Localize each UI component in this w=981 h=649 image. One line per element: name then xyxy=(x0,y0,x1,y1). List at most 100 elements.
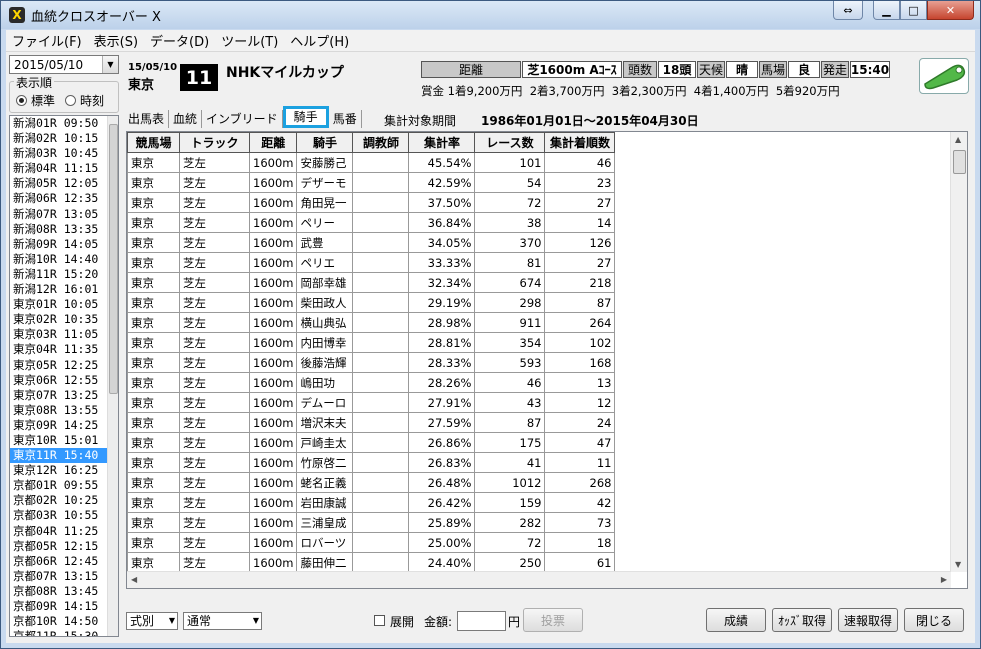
table-row[interactable]: 東京 芝左 1600m 柴田政人 29.19% 298 87 xyxy=(127,292,616,313)
race-list-item[interactable]: 東京03R 11:05 xyxy=(10,327,118,342)
race-list-item[interactable]: 京都02R 10:25 xyxy=(10,493,118,508)
race-list-item[interactable]: 東京11R 15:40 xyxy=(10,448,118,464)
col-header-track[interactable]: トラック xyxy=(179,132,250,153)
table-row[interactable]: 東京 芝左 1600m 内田博幸 28.81% 354 102 xyxy=(127,332,616,353)
vote-button[interactable]: 投票 xyxy=(523,608,583,632)
tab-entries[interactable]: 出馬表 xyxy=(124,110,170,128)
table-row[interactable]: 東京 芝左 1600m 蛯名正義 26.48% 1012 268 xyxy=(127,472,616,493)
table-row[interactable]: 東京 芝左 1600m 後藤浩輝 28.33% 593 168 xyxy=(127,352,616,373)
race-list-item[interactable]: 新潟04R 11:15 xyxy=(10,161,118,176)
close-button[interactable]: 閉じる xyxy=(904,608,964,632)
race-list-item[interactable]: 新潟06R 12:35 xyxy=(10,191,118,206)
get-flash-button[interactable]: 速報取得 xyxy=(838,608,898,632)
scroll-up-icon[interactable]: ▲ xyxy=(955,135,961,144)
table-row[interactable]: 東京 芝左 1600m デザーモ 42.59% 54 23 xyxy=(127,172,616,193)
col-header-rate[interactable]: 集計率 xyxy=(408,132,476,153)
race-list-item[interactable]: 新潟07R 13:05 xyxy=(10,207,118,222)
menu-tools[interactable]: ツール(T) xyxy=(215,31,284,50)
date-select[interactable]: 2015/05/10 ▼ xyxy=(9,55,119,74)
table-row[interactable]: 東京 芝左 1600m デムーロ 27.91% 43 12 xyxy=(127,392,616,413)
table-row[interactable]: 東京 芝左 1600m 藤田伸二 24.40% 250 61 xyxy=(127,552,616,573)
race-list-item[interactable]: 新潟01R 09:50 xyxy=(10,116,118,131)
col-header-distance[interactable]: 距離 xyxy=(248,132,298,153)
close-window-button[interactable]: ✕ xyxy=(927,1,974,20)
chevron-down-icon[interactable]: ▼ xyxy=(169,613,175,629)
race-list-item[interactable]: 新潟03R 10:45 xyxy=(10,146,118,161)
race-list-item[interactable]: 東京04R 11:35 xyxy=(10,342,118,357)
chevron-down-icon[interactable]: ▼ xyxy=(102,56,118,73)
race-list-item[interactable]: 東京01R 10:05 xyxy=(10,297,118,312)
tab-inbreed[interactable]: インブリード xyxy=(202,110,283,128)
bet-mode-select[interactable]: 通常 ▼ xyxy=(183,612,262,630)
race-list-item[interactable]: 新潟11R 15:20 xyxy=(10,267,118,282)
table-row[interactable]: 東京 芝左 1600m 戸崎圭太 26.86% 175 47 xyxy=(127,432,616,453)
table-row[interactable]: 東京 芝左 1600m 横山典弘 28.98% 911 264 xyxy=(127,312,616,333)
maximize-button[interactable]: □ xyxy=(900,1,927,20)
col-header-venue[interactable]: 競馬場 xyxy=(127,132,180,153)
menu-help[interactable]: ヘルプ(H) xyxy=(284,31,355,50)
table-row[interactable]: 東京 芝左 1600m 角田晃一 37.50% 72 27 xyxy=(127,192,616,213)
tab-pedigree[interactable]: 血統 xyxy=(169,110,203,128)
horseshoe-icon[interactable] xyxy=(919,58,969,94)
race-list-item[interactable]: 東京08R 13:55 xyxy=(10,403,118,418)
title-bar[interactable]: X 血統クロスオーバー X ⇔ ▁ □ ✕ xyxy=(1,1,980,29)
table-row[interactable]: 東京 芝左 1600m ペリエ 33.33% 81 27 xyxy=(127,252,616,273)
race-list-item[interactable]: 京都10R 14:50 xyxy=(10,614,118,629)
table-vscroll-thumb[interactable] xyxy=(953,150,966,174)
race-list-item[interactable]: 新潟12R 16:01 xyxy=(10,282,118,297)
tab-jockey[interactable]: 騎手 xyxy=(282,106,329,128)
race-list-item[interactable]: 京都08R 13:45 xyxy=(10,584,118,599)
table-row[interactable]: 東京 芝左 1600m 三浦皇成 25.89% 282 73 xyxy=(127,512,616,533)
race-list-item[interactable]: 東京06R 12:55 xyxy=(10,373,118,388)
scroll-right-icon[interactable]: ▶ xyxy=(941,575,947,584)
race-list-item[interactable]: 京都09R 14:15 xyxy=(10,599,118,614)
race-list-item[interactable]: 京都04R 11:25 xyxy=(10,524,118,539)
race-list-item[interactable]: 東京05R 12:25 xyxy=(10,358,118,373)
table-row[interactable]: 東京 芝左 1600m 竹原啓二 26.83% 41 11 xyxy=(127,452,616,473)
race-list-item[interactable]: 東京09R 14:25 xyxy=(10,418,118,433)
table-row[interactable]: 東京 芝左 1600m 増沢末夫 27.59% 87 24 xyxy=(127,412,616,433)
race-list-item[interactable]: 京都11R 15:30 xyxy=(10,629,118,636)
race-list-item[interactable]: 新潟09R 14:05 xyxy=(10,237,118,252)
scroll-down-icon[interactable]: ▼ xyxy=(955,560,961,569)
scroll-left-icon[interactable]: ◀ xyxy=(131,575,137,584)
race-list-item[interactable]: 東京07R 13:25 xyxy=(10,388,118,403)
chevron-down-icon[interactable]: ▼ xyxy=(253,613,259,629)
table-row[interactable]: 東京 芝左 1600m 嶋田功 28.26% 46 13 xyxy=(127,372,616,393)
table-row[interactable]: 東京 芝左 1600m 岡部幸雄 32.34% 674 218 xyxy=(127,272,616,293)
table-row[interactable]: 東京 芝左 1600m 安藤勝己 45.54% 101 46 xyxy=(127,152,616,173)
col-header-jockey[interactable]: 騎手 xyxy=(296,132,354,153)
race-list-scrollbar[interactable] xyxy=(107,116,118,636)
get-odds-button[interactable]: ｵｯｽﾞ取得 xyxy=(772,608,832,632)
race-list[interactable]: 新潟01R 09:50 新潟02R 10:15 新潟03R 10:45 新潟04R 1… xyxy=(9,115,119,637)
tab-post-position[interactable]: 馬番 xyxy=(329,110,362,128)
race-list-item[interactable]: 東京02R 10:35 xyxy=(10,312,118,327)
race-list-item[interactable]: 東京12R 16:25 xyxy=(10,463,118,478)
resize-toggle-button[interactable]: ⇔ xyxy=(833,1,863,20)
amount-input[interactable] xyxy=(457,611,506,631)
menu-view[interactable]: 表示(S) xyxy=(88,31,144,50)
expand-checkbox[interactable] xyxy=(374,615,385,626)
race-list-item[interactable]: 京都05R 12:15 xyxy=(10,539,118,554)
race-list-item[interactable]: 京都01R 09:55 xyxy=(10,478,118,493)
table-row[interactable]: 東京 芝左 1600m 武豊 34.05% 370 126 xyxy=(127,232,616,253)
menu-file[interactable]: ファイル(F) xyxy=(6,31,88,50)
table-row[interactable]: 東京 芝左 1600m 岩田康誠 26.42% 159 42 xyxy=(127,492,616,513)
race-list-item[interactable]: 新潟05R 12:05 xyxy=(10,176,118,191)
radio-time[interactable] xyxy=(65,95,77,106)
race-list-item[interactable]: 新潟02R 10:15 xyxy=(10,131,118,146)
race-list-item[interactable]: 新潟10R 14:40 xyxy=(10,252,118,267)
table-vertical-scrollbar[interactable]: ▲ ▼ xyxy=(950,132,967,572)
table-horizontal-scrollbar[interactable]: ◀ ▶ xyxy=(127,571,951,588)
race-list-scroll-thumb[interactable] xyxy=(109,124,118,394)
race-list-item[interactable]: 京都03R 10:55 xyxy=(10,508,118,523)
col-header-places[interactable]: 集計着順数 xyxy=(544,132,616,153)
results-button[interactable]: 成績 xyxy=(706,608,766,632)
race-list-item[interactable]: 京都07R 13:15 xyxy=(10,569,118,584)
race-list-item[interactable]: 京都06R 12:45 xyxy=(10,554,118,569)
table-row[interactable]: 東京 芝左 1600m ロバーツ 25.00% 72 18 xyxy=(127,532,616,553)
bet-type-select[interactable]: 式別 ▼ xyxy=(126,612,178,630)
col-header-trainer[interactable]: 調教師 xyxy=(352,132,410,153)
menu-data[interactable]: データ(D) xyxy=(144,31,215,50)
race-list-item[interactable]: 東京10R 15:01 xyxy=(10,433,118,448)
